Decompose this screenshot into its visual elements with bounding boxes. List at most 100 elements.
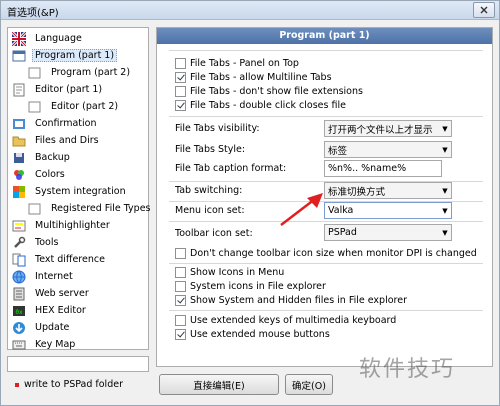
sidebar-item-label: Registered File Types: [51, 203, 151, 214]
sidebar-item[interactable]: Web server: [12, 285, 92, 302]
colors-icon: [12, 168, 26, 182]
checkbox-box[interactable]: [175, 100, 186, 111]
menu-icon-set-label: Menu icon set:: [175, 205, 245, 216]
sidebar-item-label: Editor (part 1): [35, 84, 103, 95]
sidebar-item[interactable]: Program (part 2): [28, 64, 133, 81]
sidebar-item[interactable]: Files and Dirs: [12, 132, 102, 149]
sidebar-item[interactable]: Colors: [12, 166, 68, 183]
sidebar-item[interactable]: Confirmation: [12, 115, 99, 132]
category-tree[interactable]: Language Program (part 1) Program (part 2)…: [7, 27, 151, 353]
sidebar-item-label: HEX Editor: [35, 305, 86, 316]
system-integration-icon: [12, 185, 26, 199]
dropdown-arrow-icon: ▼: [442, 186, 448, 195]
checkbox-label: Show System and Hidden files in File exp…: [190, 295, 407, 306]
sidebar-item-label: Tools: [35, 237, 59, 248]
checkbox-double-click-closes[interactable]: File Tabs - double click closes file: [175, 99, 346, 112]
backup-icon: [12, 151, 26, 165]
sidebar-item[interactable]: Registered File Types: [28, 200, 154, 217]
window-title: 首选项(&P): [7, 8, 59, 19]
tab-switching-select[interactable]: 标准切换方式 ▼: [324, 182, 452, 199]
checkbox-box[interactable]: [175, 315, 186, 326]
sidebar-item[interactable]: Internet: [12, 268, 76, 285]
sidebar-item-label: Confirmation: [35, 118, 97, 129]
sidebar-item[interactable]: 0x HEX Editor: [12, 302, 89, 319]
checkbox-box[interactable]: [175, 329, 186, 340]
file-tab-caption-format-label: File Tab caption format:: [175, 163, 287, 174]
sidebar-item[interactable]: Key Map: [12, 336, 78, 353]
sidebar-item[interactable]: Tools: [12, 234, 61, 251]
checkbox-box[interactable]: [175, 281, 186, 292]
program-window-icon: [12, 49, 26, 63]
sidebar-info-box: [7, 356, 149, 372]
checkbox-box[interactable]: [175, 86, 186, 97]
sidebar-item[interactable]: Language: [12, 30, 85, 47]
sidebar-item-label: Text difference: [35, 254, 105, 265]
update-icon: [12, 321, 26, 335]
checkbox-system-icons-file-explorer[interactable]: System icons in File explorer: [175, 280, 326, 293]
select-value: PSPad: [328, 227, 357, 238]
checkbox-box[interactable]: [175, 248, 186, 259]
sidebar-item-label: Web server: [35, 288, 89, 299]
sidebar-item[interactable]: Text difference: [12, 251, 108, 268]
checkbox-box[interactable]: [175, 72, 186, 83]
internet-icon: [12, 270, 26, 284]
checkbox-label: Don't change toolbar icon size when moni…: [190, 248, 477, 259]
dropdown-arrow-icon: ▼: [442, 228, 448, 237]
checkbox-dont-show-extensions[interactable]: File Tabs - don't show file extensions: [175, 85, 363, 98]
checkbox-label: File Tabs - double click closes file: [190, 100, 346, 111]
divider: [169, 263, 483, 264]
sidebar-item[interactable]: Editor (part 1): [12, 81, 105, 98]
sidebar-item[interactable]: Update: [12, 319, 72, 336]
write-to-pspad-indicator: write to PSPad folder: [15, 379, 123, 390]
hex-editor-icon: 0x: [12, 304, 26, 318]
divider: [169, 310, 483, 311]
checkbox-show-system-hidden-files[interactable]: Show System and Hidden files in File exp…: [175, 294, 407, 307]
checkbox-extended-multimedia-keys[interactable]: Use extended keys of multimedia keyboard: [175, 314, 396, 327]
confirmation-icon: [12, 117, 26, 131]
sidebar-item-label: Editor (part 2): [51, 101, 119, 112]
sidebar-item[interactable]: Editor (part 2): [28, 98, 121, 115]
checkbox-label: Show Icons in Menu: [190, 267, 285, 278]
file-tabs-style-label: File Tabs Style:: [175, 144, 246, 155]
multihighlighter-icon: [12, 219, 26, 233]
sidebar-item-label: Program (part 2): [51, 67, 131, 78]
edit-directly-button[interactable]: 直接编辑(E): [159, 374, 279, 395]
checkbox-box[interactable]: [175, 267, 186, 278]
tree-connector-icon: [28, 66, 42, 80]
checkbox-label: File Tabs - don't show file extensions: [190, 86, 363, 97]
checkbox-extended-mouse-buttons[interactable]: Use extended mouse buttons: [175, 328, 330, 341]
sidebar-item[interactable]: Backup: [12, 149, 73, 166]
tools-icon: [12, 236, 26, 250]
svg-text:0x: 0x: [15, 309, 23, 316]
sidebar-item[interactable]: System integration: [12, 183, 129, 200]
file-tabs-visibility-select[interactable]: 打开两个文件以上才显示 ▼: [324, 120, 452, 137]
editor-page-icon: [12, 83, 26, 97]
sidebar-item-label: Update: [35, 322, 70, 333]
write-to-pspad-label: write to PSPad folder: [24, 379, 123, 390]
checkbox-label: Use extended mouse buttons: [190, 329, 330, 340]
file-tabs-style-select[interactable]: 标签 ▼: [324, 141, 452, 158]
ok-button[interactable]: 确定(O): [285, 374, 333, 395]
checkbox-dont-change-toolbar-icon-size[interactable]: Don't change toolbar icon size when moni…: [175, 247, 477, 260]
checkbox-box[interactable]: [175, 295, 186, 306]
checkbox-file-tabs-panel-on-top[interactable]: File Tabs - Panel on Top: [175, 57, 299, 70]
title-bar: 首选项(&P): [1, 1, 499, 20]
checkbox-box[interactable]: [175, 58, 186, 69]
divider: [169, 116, 483, 117]
sidebar-item-label: Backup: [35, 152, 70, 163]
file-tab-caption-format-input[interactable]: %n%.. %name%: [324, 160, 442, 177]
sidebar-item-label: Key Map: [35, 339, 76, 350]
toolbar-icon-set-label: Toolbar icon set:: [175, 228, 253, 239]
sidebar-item[interactable]: Multihighlighter: [12, 217, 113, 234]
select-value: 标签: [328, 145, 348, 157]
file-tabs-visibility-label: File Tabs visibility:: [175, 123, 260, 134]
close-button[interactable]: [473, 2, 495, 18]
checkbox-allow-multiline-tabs[interactable]: File Tabs - allow Multiline Tabs: [175, 71, 332, 84]
text-difference-icon: [12, 253, 26, 267]
sidebar-item-label: Internet: [35, 271, 73, 282]
toolbar-icon-set-select[interactable]: PSPad ▼: [324, 224, 452, 241]
uk-flag-icon: [12, 31, 26, 46]
sidebar-item[interactable]: Program (part 1): [12, 47, 118, 64]
checkbox-show-icons-in-menu[interactable]: Show Icons in Menu: [175, 266, 284, 279]
menu-icon-set-select[interactable]: Valka ▼: [324, 202, 452, 219]
